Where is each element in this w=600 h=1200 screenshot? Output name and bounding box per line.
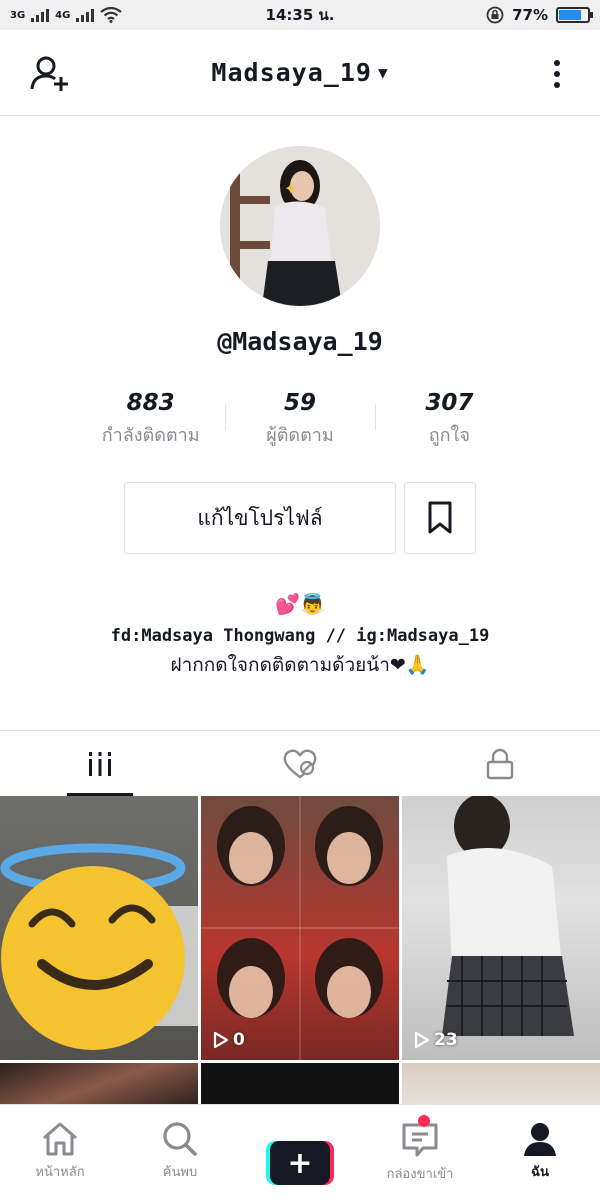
signal-icon bbox=[31, 8, 50, 22]
nav-inbox[interactable]: กล่องขาเข้า bbox=[360, 1105, 480, 1200]
profile-tabs bbox=[0, 730, 600, 796]
nav-me[interactable]: ฉัน bbox=[480, 1105, 600, 1200]
stat-value: 883 bbox=[126, 390, 175, 416]
video-thumbnail[interactable]: 0 bbox=[201, 796, 399, 1060]
stat-value: 307 bbox=[425, 390, 474, 416]
play-icon bbox=[414, 1031, 430, 1049]
search-icon bbox=[163, 1122, 197, 1156]
video-thumbnail[interactable] bbox=[0, 1063, 198, 1106]
tab-liked[interactable] bbox=[200, 731, 400, 796]
add-user-icon bbox=[30, 56, 68, 91]
tab-private[interactable] bbox=[400, 731, 600, 796]
angel-emoji-sticker bbox=[0, 843, 198, 1050]
nav-label: หน้าหลัก bbox=[35, 1165, 85, 1180]
network-type-1: 3G bbox=[10, 9, 26, 21]
nav-discover[interactable]: ค้นพบ bbox=[120, 1105, 240, 1200]
stat-value: 59 bbox=[283, 390, 316, 416]
video-preview bbox=[442, 796, 574, 1036]
account-switcher[interactable]: Madsaya_19 ▼ bbox=[211, 58, 388, 87]
favorites-button[interactable] bbox=[404, 482, 476, 554]
nav-home[interactable]: หน้าหลัก bbox=[0, 1105, 120, 1200]
header-title: Madsaya_19 bbox=[211, 58, 372, 87]
bookmark-icon bbox=[428, 501, 452, 534]
battery-level bbox=[559, 10, 581, 20]
profile-bio: 💕👼 fd:Madsaya Thongwang // ig:Madsaya_19… bbox=[0, 592, 600, 680]
video-thumbnail[interactable] bbox=[0, 796, 198, 1060]
nav-create[interactable]: + bbox=[240, 1105, 360, 1200]
nav-label: กล่องขาเข้า bbox=[386, 1167, 454, 1182]
home-icon bbox=[43, 1122, 77, 1156]
bio-line-2: ฝากกดใจกดติดตามด้วยน้า❤🙏 bbox=[170, 654, 430, 676]
add-friend-button[interactable] bbox=[28, 52, 72, 96]
avatar-photo: ✦ bbox=[220, 146, 380, 306]
liked-hidden-icon bbox=[283, 749, 317, 778]
grid-icon bbox=[89, 751, 111, 776]
nav-label: ฉัน bbox=[531, 1165, 549, 1180]
bottom-navigation: หน้าหลัก ค้นพบ + กล่องขาเข้า ฉัน bbox=[0, 1104, 600, 1200]
profile-icon bbox=[524, 1123, 556, 1156]
view-count-value: 0 bbox=[233, 1030, 245, 1050]
stat-likes[interactable]: 307 ถูกใจ bbox=[374, 390, 524, 454]
notification-dot bbox=[418, 1115, 430, 1127]
rotation-lock-icon bbox=[486, 6, 504, 24]
video-thumbnail[interactable] bbox=[201, 1063, 399, 1106]
view-count-value: 23 bbox=[434, 1030, 458, 1050]
create-button[interactable]: + bbox=[266, 1141, 334, 1185]
more-icon bbox=[554, 60, 560, 66]
tab-videos[interactable] bbox=[0, 731, 200, 796]
plus-icon: + bbox=[270, 1141, 330, 1185]
profile-handle: @Madsaya_19 bbox=[217, 327, 383, 356]
lock-icon bbox=[486, 748, 514, 779]
stat-label: ถูกใจ bbox=[428, 425, 470, 446]
profile-stats: 883 กำลังติดตาม 59 ผู้ติดตาม 307 ถูกใจ bbox=[76, 390, 524, 454]
video-thumbnail[interactable]: 23 bbox=[402, 796, 600, 1060]
play-icon bbox=[213, 1031, 229, 1049]
view-count: 23 bbox=[414, 1030, 458, 1050]
more-options-button[interactable] bbox=[542, 52, 572, 96]
stat-followers[interactable]: 59 ผู้ติดตาม bbox=[225, 390, 374, 454]
profile-header: Madsaya_19 ▼ bbox=[0, 30, 600, 116]
view-count: 0 bbox=[213, 1030, 245, 1050]
nav-label: ค้นพบ bbox=[162, 1165, 198, 1180]
svg-text:✦: ✦ bbox=[284, 179, 297, 198]
video-preview bbox=[201, 796, 399, 1060]
video-thumbnail[interactable] bbox=[402, 1063, 600, 1106]
video-grid: 0 23 bbox=[0, 796, 600, 1106]
status-bar: 3G 4G 14:35 น. 77% bbox=[0, 0, 600, 30]
signal-indicators: 3G 4G bbox=[10, 7, 123, 23]
battery-percent: 77% bbox=[512, 6, 548, 24]
avatar[interactable]: ✦ bbox=[220, 146, 380, 306]
inbox-icon bbox=[402, 1123, 438, 1157]
status-right: 77% bbox=[486, 6, 593, 24]
stat-label: กำลังติดตาม bbox=[101, 425, 200, 446]
network-type-2: 4G bbox=[55, 9, 71, 21]
wifi-icon bbox=[100, 7, 123, 23]
battery-icon bbox=[556, 7, 593, 23]
stat-label: ผู้ติดตาม bbox=[266, 425, 334, 446]
caret-down-icon: ▼ bbox=[377, 63, 389, 82]
stat-following[interactable]: 883 กำลังติดตาม bbox=[76, 390, 225, 454]
edit-profile-button[interactable]: แก้ไขโปรไฟล์ bbox=[124, 482, 396, 554]
bio-emoji: 💕👼 bbox=[275, 592, 325, 616]
bio-line-1: fd:Madsaya Thongwang // ig:Madsaya_19 bbox=[110, 626, 490, 646]
signal-icon-2 bbox=[76, 8, 95, 22]
